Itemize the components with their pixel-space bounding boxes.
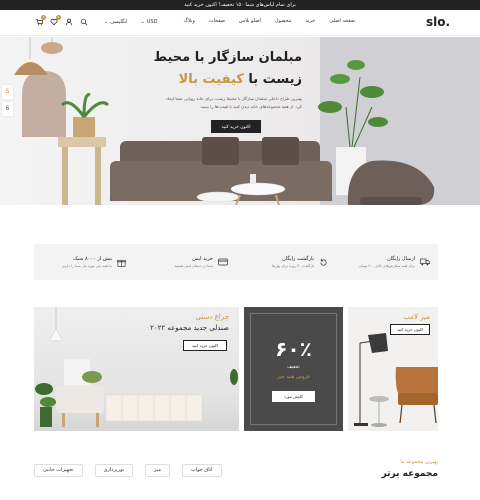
heart-icon[interactable]: 0 — [49, 15, 61, 27]
hero-title-highlight: کیفیت بالا — [178, 72, 244, 87]
features-strip: ارسال رایگان برای همه سفارش‌های بالای ۲۰… — [34, 244, 438, 280]
banner-lamp[interactable]: میز لامپ اکنون خرید کنید — [348, 307, 438, 431]
sale-line1: تخفیف — [287, 365, 300, 370]
user-icon[interactable] — [64, 17, 74, 27]
logo-text: slo. — [425, 15, 450, 29]
hero-description: بهترین طراح داخلی مبلمان سازگار با محیط … — [165, 96, 302, 109]
banner-sale[interactable]: ۶۰٪ تخفیف فروش همه چیز کاوش مورد — [244, 307, 343, 431]
feature-title: خرید ایمن — [192, 256, 213, 262]
truck-icon — [419, 257, 430, 268]
nav-item-home[interactable]: صفحه اصلی — [329, 18, 355, 24]
card-icon — [217, 257, 228, 268]
banner-category: میز لامپ — [403, 313, 430, 321]
announcement-text: برای تمام لباس‌های شما ۱۵۰ تخفیف! اکنون … — [184, 2, 296, 8]
hero-title-prefix: زیست با — [248, 72, 302, 87]
hero-title-line1: مبلمان سازگار با محیط — [153, 50, 302, 65]
slide-dot-1[interactable]: 5 — [2, 85, 13, 99]
announcement-bar: برای تمام لباس‌های شما ۱۵۰ تخفیف! اکنون … — [0, 0, 480, 10]
hero-section: مبلمان سازگار با محیط زیست با کیفیت بالا… — [0, 37, 480, 205]
hero-title: مبلمان سازگار با محیط زیست با کیفیت بالا — [154, 47, 302, 91]
sale-percent: ۶۰٪ — [275, 337, 312, 361]
tab-lighting[interactable]: نورپردازی — [94, 464, 134, 477]
chevron-down-icon: ⌄ — [140, 19, 145, 25]
feature-secure-shopping: خرید ایمن شما در دستان امنی هستید — [135, 244, 236, 280]
slider-pagination: 5 6 — [2, 85, 13, 116]
feature-title: بیش از ۸۰۰۰ سبک — [73, 256, 112, 262]
hero-title-line2: زیست با کیفیت بالا — [154, 69, 302, 91]
banner-category: چراغ دستی — [195, 313, 229, 321]
language-select[interactable]: ⌄ انگلیسی — [104, 19, 128, 25]
collection-subtitle: بهترین مجموعه ما — [400, 459, 438, 465]
logo[interactable]: slo. — [425, 15, 450, 29]
nav-item-shop[interactable]: خرید — [305, 18, 315, 24]
nav-item-blog[interactable]: وبلاگ — [183, 18, 194, 24]
gift-icon — [116, 257, 127, 268]
feature-title: بازگشت رایگان — [282, 256, 314, 262]
collection-title: مجموعه برتر — [381, 469, 438, 479]
banner-chair-collection[interactable]: چراغ دستی صندلی جدید مجموعه ۲۰۲۲ اکنون خ… — [34, 307, 239, 431]
feature-desc: بازگشت ۳۰ روزه برای پول‌ها — [272, 264, 314, 268]
return-icon — [318, 257, 329, 268]
feature-desc: ما همه چیز مورد نیاز شما را داریم — [62, 264, 112, 268]
banner-shop-button[interactable]: اکنون خرید کنید — [390, 324, 430, 335]
slide-dot-2[interactable]: 6 — [2, 102, 13, 116]
feature-free-shipping: ارسال رایگان برای همه سفارش‌های بالای ۲۰… — [337, 244, 438, 280]
chevron-down-icon: ⌄ — [104, 19, 109, 25]
feature-title: ارسال رایگان — [387, 256, 415, 262]
currency-label: USD — [146, 19, 158, 25]
language-label: انگلیسی — [110, 19, 128, 25]
header-utilities: 0 0 ⌄ انگلیسی ⌄ USD — [34, 15, 158, 27]
banner-title: صندلی جدید مجموعه ۲۰۲۲ — [150, 324, 229, 332]
sale-explore-button[interactable]: کاوش مورد — [272, 391, 315, 402]
currency-select[interactable]: ⌄ USD — [141, 19, 158, 25]
site-header: slo. صفحه اصلی خرید محصول اصلو بلاس صفحا… — [0, 10, 480, 36]
feature-styles: بیش از ۸۰۰۰ سبک ما همه چیز مورد نیاز شما… — [34, 244, 135, 280]
feature-free-returns: بازگشت رایگان بازگشت ۳۰ روزه برای پول‌ها — [236, 244, 337, 280]
wishlist-count-badge: 0 — [56, 15, 61, 20]
feature-desc: شما در دستان امنی هستید — [174, 264, 213, 268]
banner-shop-button[interactable]: اکنون خرید کنید — [183, 340, 227, 351]
cart-count-badge: 0 — [41, 15, 46, 20]
search-icon[interactable] — [79, 17, 89, 27]
tab-bedroom[interactable]: اتاق خواب — [182, 464, 222, 477]
collection-tabs: اتاق خواب میز نورپردازی تجهیزات جانبی — [34, 464, 222, 477]
nav-item-pages-plus[interactable]: اصلو بلاس — [239, 18, 261, 24]
nav-item-product[interactable]: محصول — [275, 18, 291, 24]
sale-line2: فروش همه چیز — [277, 374, 310, 380]
tab-table[interactable]: میز — [145, 464, 170, 477]
tab-accessories[interactable]: تجهیزات جانبی — [34, 464, 83, 477]
hero-shop-button[interactable]: اکنون خرید کنید — [211, 120, 261, 133]
feature-desc: برای همه سفارش‌های بالای ۲۰۰ تومان — [358, 264, 415, 268]
nav-item-pages[interactable]: صفحات — [209, 18, 225, 24]
main-nav: صفحه اصلی خرید محصول اصلو بلاس صفحات وبل… — [183, 18, 355, 24]
cart-icon[interactable]: 0 — [34, 15, 46, 27]
